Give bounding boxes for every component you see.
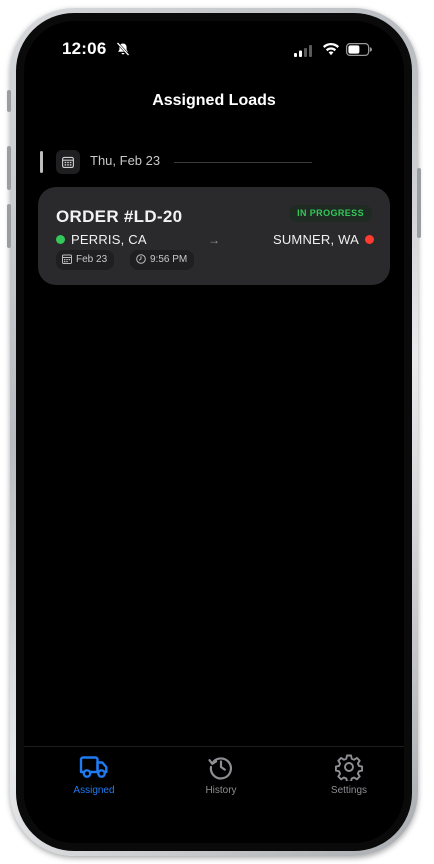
bezel: 12:06 Assigned Loads Thu, Feb 23 ORDER #…	[16, 13, 412, 851]
tab-assigned[interactable]: Assigned	[46, 753, 142, 796]
cellular-signal-icon	[294, 45, 312, 57]
bell-slash-icon	[116, 42, 130, 56]
gear-icon	[335, 754, 363, 781]
truck-icon	[79, 756, 108, 778]
origin-dot	[56, 235, 65, 245]
page-title: Assigned Loads	[152, 92, 276, 109]
battery-icon	[346, 43, 372, 56]
order-title: ORDER #LD-20	[56, 207, 183, 226]
origin-location: PERRIS, CA	[56, 231, 147, 249]
wifi-icon	[323, 42, 339, 56]
silent-switch	[7, 90, 11, 112]
calendar-icon	[62, 156, 74, 168]
order-card[interactable]: ORDER #LD-20 IN PROGRESS PERRIS, CA → SU…	[38, 187, 390, 285]
clock-icon	[136, 254, 146, 264]
volume-up-button	[7, 146, 11, 190]
destination-dot	[365, 235, 374, 245]
history-icon	[208, 757, 232, 780]
tab-settings-label: Settings	[330, 785, 368, 796]
status-time: 12:06	[62, 39, 107, 58]
tab-assigned-label: Assigned	[73, 785, 115, 796]
phone-frame: 12:06 Assigned Loads Thu, Feb 23 ORDER #…	[7, 8, 421, 856]
time-chip: 9:56 PM	[130, 250, 195, 270]
date-chip: Feb 23	[56, 250, 115, 270]
date-group-header: Thu, Feb 23	[40, 149, 388, 175]
destination-city: SUMNER, WA	[272, 232, 359, 248]
tab-history-label: History	[205, 785, 237, 796]
status-badge: IN PROGRESS	[289, 205, 372, 222]
date-icon-box	[56, 150, 80, 174]
status-bar: 12:06	[24, 39, 404, 63]
tab-history[interactable]: History	[173, 753, 269, 796]
date-group-indicator	[40, 151, 43, 173]
date-group-label: Thu, Feb 23	[90, 153, 161, 168]
tab-bar: Assigned History Settings	[24, 746, 404, 843]
origin-city: PERRIS, CA	[71, 232, 147, 248]
date-chip-label: Feb 23	[76, 254, 108, 265]
tab-settings[interactable]: Settings	[301, 753, 397, 796]
calendar-icon	[62, 254, 72, 264]
power-button	[417, 168, 421, 238]
divider	[174, 162, 312, 163]
arrow-right-icon: →	[208, 233, 220, 247]
screen: 12:06 Assigned Loads Thu, Feb 23 ORDER #…	[24, 21, 404, 843]
time-chip-label: 9:56 PM	[150, 254, 188, 265]
destination-location: SUMNER, WA	[273, 231, 374, 249]
volume-down-button	[7, 204, 11, 248]
